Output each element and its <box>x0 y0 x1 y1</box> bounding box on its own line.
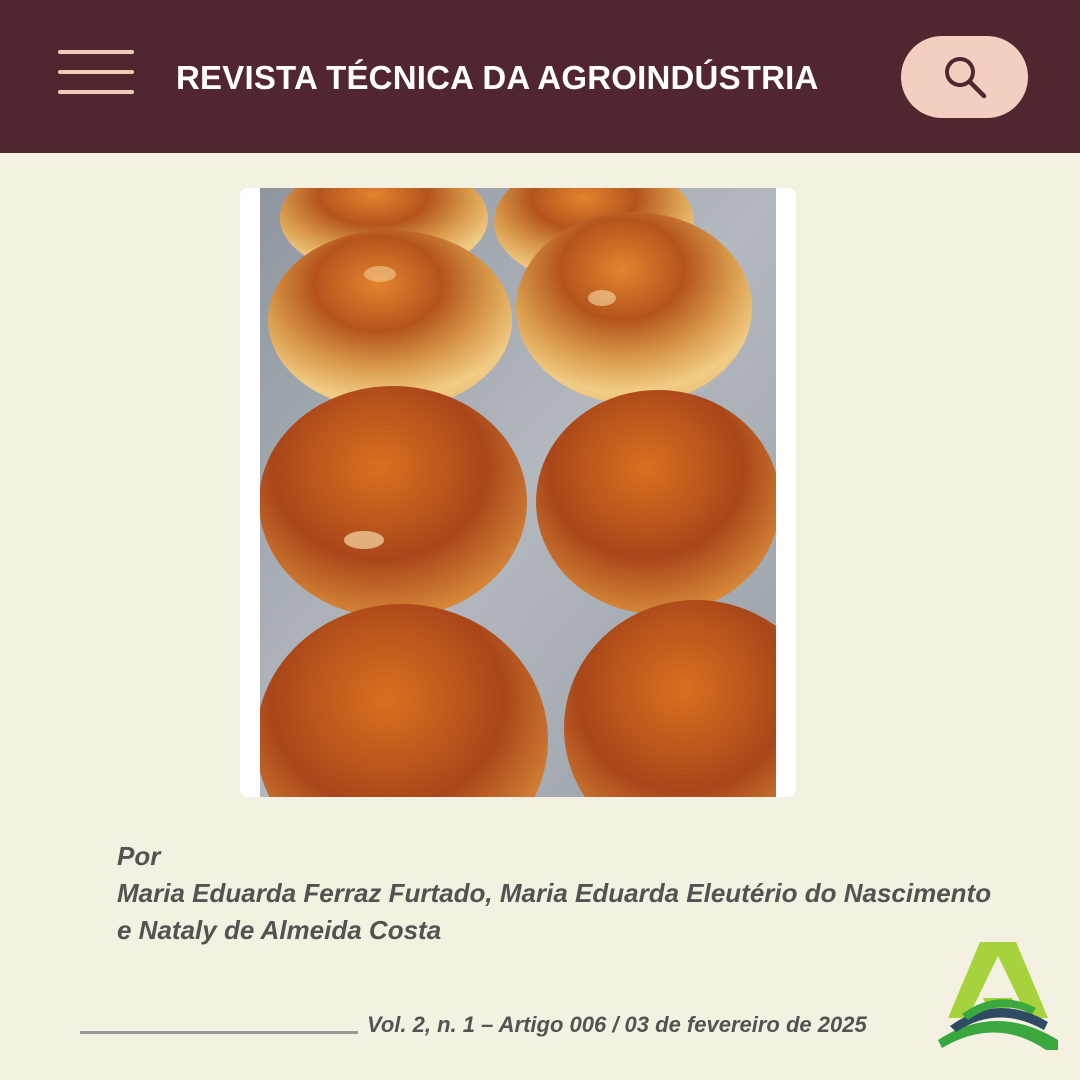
footer-divider <box>80 1031 358 1034</box>
hamburger-menu-icon[interactable] <box>58 48 136 98</box>
agroindustria-logo <box>938 942 1058 1050</box>
bread-rolls-photo <box>260 188 776 797</box>
issue-info: Vol. 2, n. 1 – Artigo 006 / 03 de fevere… <box>367 1012 867 1037</box>
search-icon <box>945 57 987 99</box>
author-names: Maria Eduarda Ferraz Furtado, Maria Edua… <box>117 878 992 945</box>
article-image <box>240 188 796 797</box>
author-credits: Por Maria Eduarda Ferraz Furtado, Maria … <box>117 838 997 949</box>
header-bar: REVISTA TÉCNICA DA AGROINDÚSTRIA <box>0 0 1080 153</box>
search-button[interactable] <box>901 36 1028 118</box>
page-title: REVISTA TÉCNICA DA AGROINDÚSTRIA <box>176 59 819 96</box>
byline-label: Por <box>117 841 161 871</box>
menu-line <box>58 90 134 94</box>
menu-line <box>58 50 134 54</box>
menu-line <box>58 70 134 74</box>
